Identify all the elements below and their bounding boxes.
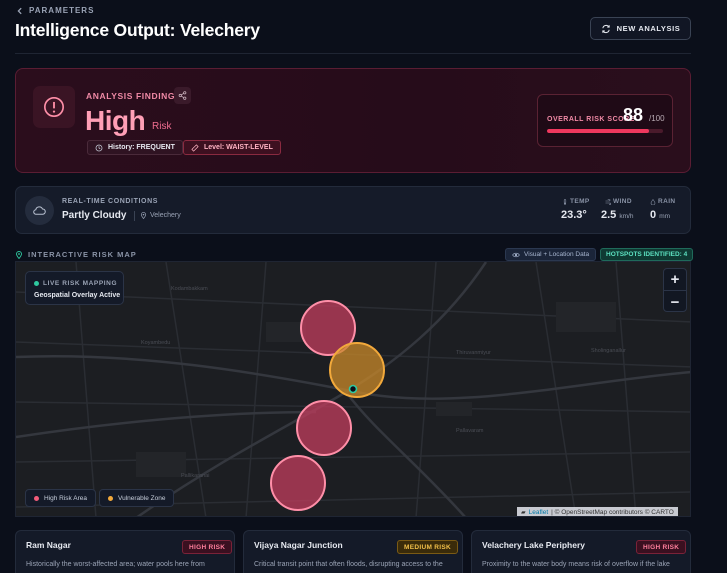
- zoom-out-button[interactable]: −: [664, 291, 686, 313]
- score-max: /100: [649, 114, 665, 123]
- score-bar: [547, 129, 663, 133]
- live-status: LIVE RISK MAPPING: [34, 280, 117, 287]
- hotspot-card-description: Proximity to the water body means risk o…: [482, 561, 670, 568]
- high-risk-dot-icon: [34, 495, 39, 501]
- vulnerable-dot-icon: [108, 495, 113, 501]
- new-analysis-label: NEW ANALYSIS: [616, 24, 681, 33]
- alert-icon-box: [33, 86, 75, 128]
- weather-icon-box: [25, 196, 54, 225]
- level-chip-label: Level: WAIST-LEVEL: [204, 144, 273, 151]
- share-icon: [178, 91, 187, 100]
- attribution-text: | © OpenStreetMap contributors © CARTO: [551, 509, 674, 516]
- legend-vulnerable-label: Vulnerable Zone: [118, 494, 166, 502]
- temp-value: 23.3°: [561, 209, 587, 221]
- rain-value: 0 mm: [650, 209, 670, 221]
- score-value: 88: [623, 105, 644, 125]
- overall-risk-score: OVERALL RISK SCORE 88 /100: [537, 94, 673, 147]
- rain-number: 0: [650, 209, 657, 221]
- findings-label: ANALYSIS FINDINGS: [86, 91, 182, 101]
- map-pin-icon: [140, 212, 147, 219]
- risk-map[interactable]: Kodambakkam Koyambedu Thiruvanmiyur Shol…: [15, 261, 691, 517]
- level-chip: Level: WAIST-LEVEL: [183, 140, 281, 155]
- live-title: LIVE RISK MAPPING: [43, 280, 118, 287]
- map-title-label: INTERACTIVE RISK MAP: [28, 250, 137, 259]
- hotspot-card[interactable]: Vijaya Nagar Junction MEDIUM RISK Critic…: [243, 530, 463, 573]
- risk-level: High: [85, 105, 146, 136]
- score-label: OVERALL RISK SCORE: [547, 116, 635, 123]
- wind-unit: km/h: [619, 213, 634, 220]
- cloud-icon: [33, 206, 46, 215]
- leaflet-link[interactable]: Leaflet: [529, 509, 549, 516]
- share-button[interactable]: [174, 87, 191, 104]
- hotspot-high-risk[interactable]: [270, 455, 326, 511]
- wind-icon: [605, 198, 611, 205]
- hotspot-high-risk[interactable]: [296, 400, 352, 456]
- ruler-icon: [191, 143, 199, 152]
- page-title: Intelligence Output: Velechery: [15, 20, 260, 40]
- visual-tag-label: Visual + Location Data: [524, 251, 590, 258]
- conditions-card: REAL-TIME CONDITIONS Partly Cloudy Velec…: [15, 186, 691, 234]
- score-bar-fill: [547, 129, 650, 133]
- hotspot-card-title: Ram Nagar: [26, 540, 71, 550]
- droplet-icon: [650, 198, 656, 205]
- conditions-label: REAL-TIME CONDITIONS: [62, 198, 158, 205]
- new-analysis-button[interactable]: NEW ANALYSIS: [590, 17, 691, 40]
- conditions-divider: [134, 211, 135, 221]
- risk-level-suffix: Risk: [152, 121, 172, 132]
- history-icon: [95, 144, 103, 151]
- hotspot-card[interactable]: Ram Nagar HIGH RISK Historically the wor…: [15, 530, 235, 573]
- legend-vulnerable: Vulnerable Zone: [99, 489, 175, 507]
- map-title: INTERACTIVE RISK MAP: [15, 250, 137, 259]
- wind-number: 2.5: [601, 209, 617, 221]
- legend-high-label: High Risk Area: [44, 494, 87, 502]
- legend-high-risk: High Risk Area: [25, 489, 96, 507]
- refresh-icon: [601, 24, 610, 33]
- back-link[interactable]: PARAMETERS: [16, 6, 94, 15]
- hotspot-card-description: Critical transit point that often floods…: [254, 561, 443, 568]
- wind-value: 2.5 km/h: [601, 209, 633, 221]
- risk-badge: HIGH RISK: [182, 540, 233, 554]
- weather-value: Partly Cloudy: [62, 210, 127, 221]
- header-divider: [15, 53, 691, 54]
- wind-label: WIND: [605, 198, 632, 205]
- map-pin-icon: [16, 250, 22, 259]
- live-dot-icon: [34, 281, 39, 286]
- zoom-in-button[interactable]: +: [664, 269, 686, 291]
- alert-circle-icon: [44, 97, 64, 117]
- thermometer-icon: [563, 198, 567, 205]
- history-chip-label: History: FREQUENT: [108, 144, 175, 151]
- risk-badge: HIGH RISK: [636, 540, 687, 554]
- rain-unit: mm: [659, 213, 671, 220]
- zoom-control: + −: [663, 268, 687, 312]
- rain-label: RAIN: [650, 198, 676, 205]
- eye-icon: [512, 252, 520, 257]
- location: Velechery: [140, 212, 181, 219]
- wind-label-text: WIND: [613, 198, 632, 205]
- map-attribution: ▰ Leaflet | © OpenStreetMap contributors…: [517, 507, 678, 516]
- hotspot-card-description: Historically the worst-affected area; wa…: [26, 561, 205, 568]
- analysis-findings-card: ANALYSIS FINDINGS High Risk History: FRE…: [15, 68, 691, 173]
- ukraine-flag-icon: ▰: [521, 510, 526, 516]
- hotspot-card-title: Vijaya Nagar Junction: [254, 540, 343, 550]
- hotspots-tag: HOTSPOTS IDENTIFIED: 4: [600, 248, 694, 261]
- live-risk-mapping-panel: LIVE RISK MAPPING Geospatial Overlay Act…: [25, 271, 124, 305]
- temp-label: TEMP: [562, 198, 590, 205]
- hotspot-card[interactable]: Velachery Lake Periphery HIGH RISK Proxi…: [471, 530, 691, 573]
- chevron-left-icon: [17, 7, 22, 14]
- history-chip: History: FREQUENT: [87, 140, 183, 155]
- visual-location-tag: Visual + Location Data: [505, 248, 597, 261]
- hotspot-card-title: Velachery Lake Periphery: [482, 540, 586, 550]
- location-marker[interactable]: [348, 384, 358, 394]
- risk-badge: MEDIUM RISK: [397, 540, 458, 554]
- location-label: Velechery: [150, 212, 181, 219]
- rain-label-text: RAIN: [658, 198, 676, 205]
- back-link-label: PARAMETERS: [29, 6, 95, 15]
- temp-label-text: TEMP: [570, 198, 590, 205]
- live-subtitle: Geospatial Overlay Active: [34, 292, 121, 299]
